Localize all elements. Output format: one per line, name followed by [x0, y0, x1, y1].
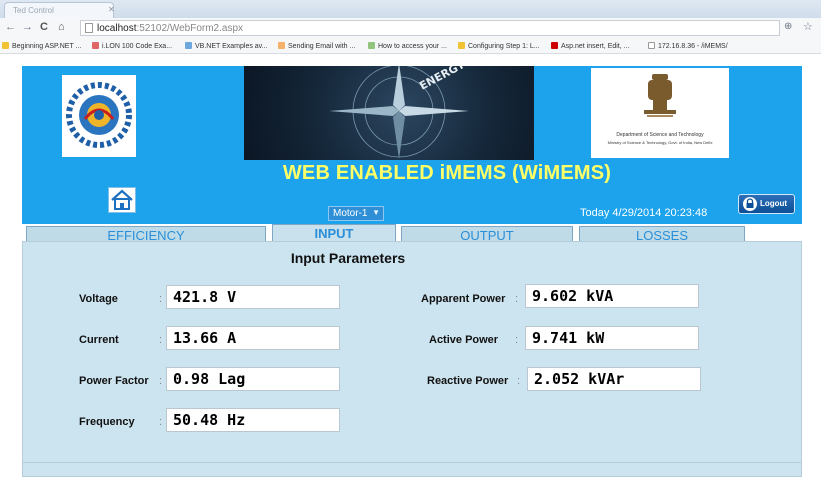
logout-label: Logout	[760, 199, 788, 208]
page-icon	[2, 42, 9, 49]
divider	[22, 462, 802, 463]
ministry-name: Ministry of Science & Technology, Govt. …	[607, 140, 713, 145]
tab-bar: EFFICIENCY INPUT OUTPUT LOSSES	[22, 224, 802, 243]
apparent-power-label: Apparent Power	[421, 293, 506, 305]
current-label: Current	[79, 334, 119, 346]
browser-tabstrip: Ted Control ✕	[0, 0, 821, 18]
motor-select[interactable]: Motor-1 ▼	[328, 206, 384, 221]
page-icon	[278, 42, 285, 49]
timestamp: Today 4/29/2014 20:23:48	[580, 207, 708, 219]
close-icon[interactable]: ✕	[108, 5, 115, 14]
bookmark-item[interactable]: i.LON 100 Code Exa...	[92, 42, 172, 50]
colon: :	[517, 375, 521, 387]
logout-button[interactable]: Logout	[738, 194, 795, 214]
bookmark-item[interactable]: 172.16.8.36 - /iMEMS/	[648, 42, 728, 50]
page-icon	[458, 42, 465, 49]
address-path: :52102/WebForm2.aspx	[136, 23, 244, 34]
csir-logo	[62, 75, 136, 157]
page-icon	[551, 42, 558, 49]
dst-emblem: Department of Science and Technology Min…	[591, 68, 729, 158]
colon: :	[159, 334, 163, 346]
bookmark-item[interactable]: Asp.net insert, Edit, ...	[551, 42, 629, 50]
page-title: WEB ENABLED iMEMS (WiMEMS)	[282, 162, 612, 184]
frequency-value: 50.48 Hz	[166, 408, 340, 432]
address-host: localhost	[97, 23, 137, 34]
page-icon	[648, 42, 655, 49]
banner-text: ENERGY EFFICIENCY	[417, 66, 534, 93]
home-button[interactable]	[108, 187, 136, 213]
energy-efficiency-banner: ENERGY EFFICIENCY	[244, 66, 534, 160]
reactive-power-label: Reactive Power	[427, 375, 509, 387]
page-icon	[92, 42, 99, 49]
address-bar[interactable]: localhost:52102/WebForm2.aspx	[80, 20, 780, 36]
panel-title: Input Parameters	[290, 250, 406, 266]
motor-select-value: Motor-1	[333, 208, 368, 219]
power-factor-label: Power Factor	[79, 375, 149, 387]
colon: :	[159, 416, 163, 428]
browser-tab[interactable]: Ted Control ✕	[4, 2, 115, 18]
frequency-label: Frequency	[79, 416, 135, 428]
browser-tab-title: Ted Control	[13, 6, 54, 15]
bookmark-item[interactable]: Configuring Step 1: L...	[458, 42, 540, 50]
colon: :	[159, 293, 163, 305]
apparent-power-value: 9.602 kVA	[525, 284, 699, 308]
lock-icon	[743, 197, 757, 211]
bookmark-item[interactable]: How to access your ...	[368, 42, 447, 50]
active-power-value: 9.741 kW	[525, 326, 699, 350]
zoom-icon[interactable]: ⊕	[784, 21, 792, 32]
chevron-down-icon: ▼	[372, 208, 380, 217]
dept-name: Department of Science and Technology	[616, 132, 704, 138]
active-power-label: Active Power	[429, 334, 499, 346]
page-icon	[368, 42, 375, 49]
reload-icon[interactable]: C	[40, 21, 48, 33]
reactive-power-value: 2.052 kVAr	[527, 367, 701, 391]
power-factor-value: 0.98 Lag	[166, 367, 340, 391]
colon: :	[159, 375, 163, 387]
voltage-label: Voltage	[79, 293, 118, 305]
colon: :	[515, 334, 519, 346]
home-icon[interactable]: ⌂	[58, 21, 65, 33]
voltage-value: 421.8 V	[166, 285, 340, 309]
browser-toolbar: ← → C ⌂ localhost:52102/WebForm2.aspx ⊕ …	[0, 18, 821, 38]
bookmarks-bar: Beginning ASP.NET ... i.LON 100 Code Exa…	[0, 38, 821, 54]
input-parameters-panel: Input Parameters Voltage : 421.8 V Curre…	[22, 241, 802, 477]
back-icon[interactable]: ←	[5, 21, 16, 33]
bookmark-item[interactable]: Beginning ASP.NET ...	[2, 42, 81, 50]
forward-icon[interactable]: →	[22, 21, 33, 33]
bookmark-item[interactable]: VB.NET Examples av...	[185, 42, 268, 50]
current-value: 13.66 A	[166, 326, 340, 350]
bookmark-item[interactable]: Sending Email with ...	[278, 42, 355, 50]
bookmark-star-icon[interactable]: ☆	[803, 20, 813, 33]
home-icon	[111, 189, 133, 210]
colon: :	[515, 293, 519, 305]
page-icon	[185, 42, 192, 49]
page-icon	[85, 23, 93, 33]
page-header: ENERGY EFFICIENCY Department of Science …	[22, 66, 802, 224]
